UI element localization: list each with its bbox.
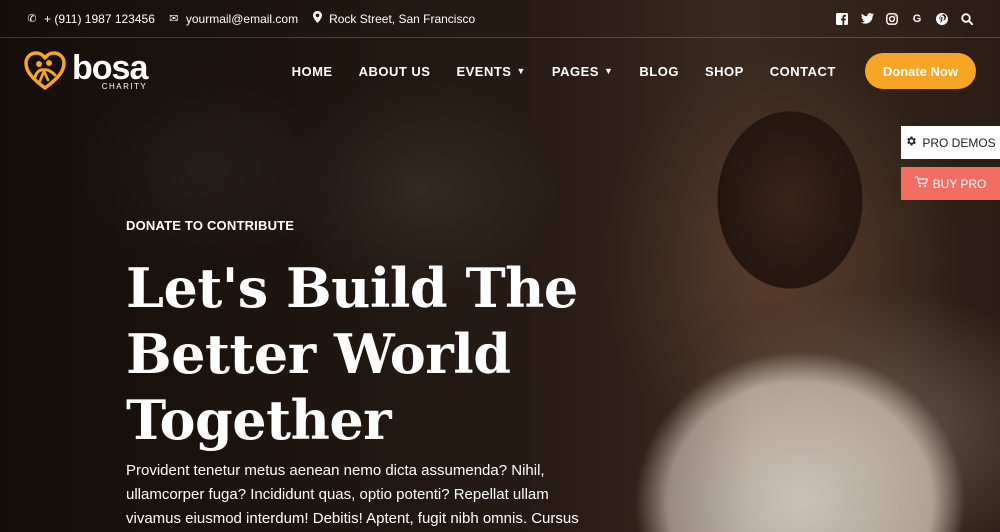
pinterest-icon[interactable] (935, 12, 949, 26)
phone-contact[interactable]: ✆ + (911) 1987 123456 (26, 11, 155, 26)
nav-about-us[interactable]: ABOUT US (346, 64, 444, 79)
nav-shop[interactable]: SHOP (692, 64, 757, 79)
email-contact[interactable]: ✉ yourmail@email.com (168, 12, 298, 26)
hero-description: Provident tenetur metus aenean nemo dict… (126, 462, 579, 527)
top-bar: ✆ + (911) 1987 123456 ✉ yourmail@email.c… (0, 0, 1000, 38)
gear-icon (905, 135, 917, 150)
twitter-icon[interactable] (860, 12, 874, 26)
nav-events[interactable]: EVENTS ▼ (443, 64, 538, 79)
hero-section: DONATE TO CONTRIBUTE Let's Build The Bet… (126, 218, 626, 531)
cart-icon (915, 176, 928, 191)
donate-now-button[interactable]: Donate Now (864, 53, 976, 89)
caret-down-icon: ▼ (603, 66, 614, 76)
mail-icon: ✉ (169, 13, 179, 25)
logo-tagline: CHARITY (101, 82, 148, 91)
address-contact: Rock Street, San Francisco (311, 11, 475, 26)
nav-home[interactable]: HOME (279, 64, 346, 79)
nav-pages[interactable]: PAGES ▼ (539, 64, 626, 79)
hero-eyebrow: DONATE TO CONTRIBUTE (126, 218, 295, 233)
hero-title: Let's Build The Better World Together (126, 256, 578, 452)
facebook-icon[interactable] (835, 12, 849, 26)
nav-contact[interactable]: CONTACT (757, 64, 849, 79)
heart-logo-icon (24, 51, 66, 91)
main-nav: HOME ABOUT US EVENTS ▼ PAGES ▼ BLOG SHOP C… (279, 53, 976, 89)
address-text: Rock Street, San Francisco (329, 11, 476, 26)
phone-icon: ✆ (27, 13, 37, 25)
logo-name: bosa (72, 49, 148, 87)
buy-pro-button[interactable]: BUY PRO (901, 167, 1000, 200)
main-header: bosa CHARITY HOME ABOUT US EVENTS ▼ PAGES… (0, 38, 1000, 104)
map-pin-icon (311, 11, 323, 26)
pro-demos-button[interactable]: PRO DEMOS (901, 126, 1000, 159)
google-icon[interactable]: G (910, 12, 924, 26)
instagram-icon[interactable] (885, 12, 899, 26)
caret-down-icon: ▼ (516, 66, 526, 76)
phone-text: + (911) 1987 123456 (44, 11, 155, 26)
email-text: yourmail@email.com (185, 11, 299, 26)
site-logo[interactable]: bosa CHARITY (24, 49, 148, 91)
nav-blog[interactable]: BLOG (626, 64, 692, 79)
search-icon[interactable] (960, 12, 974, 26)
